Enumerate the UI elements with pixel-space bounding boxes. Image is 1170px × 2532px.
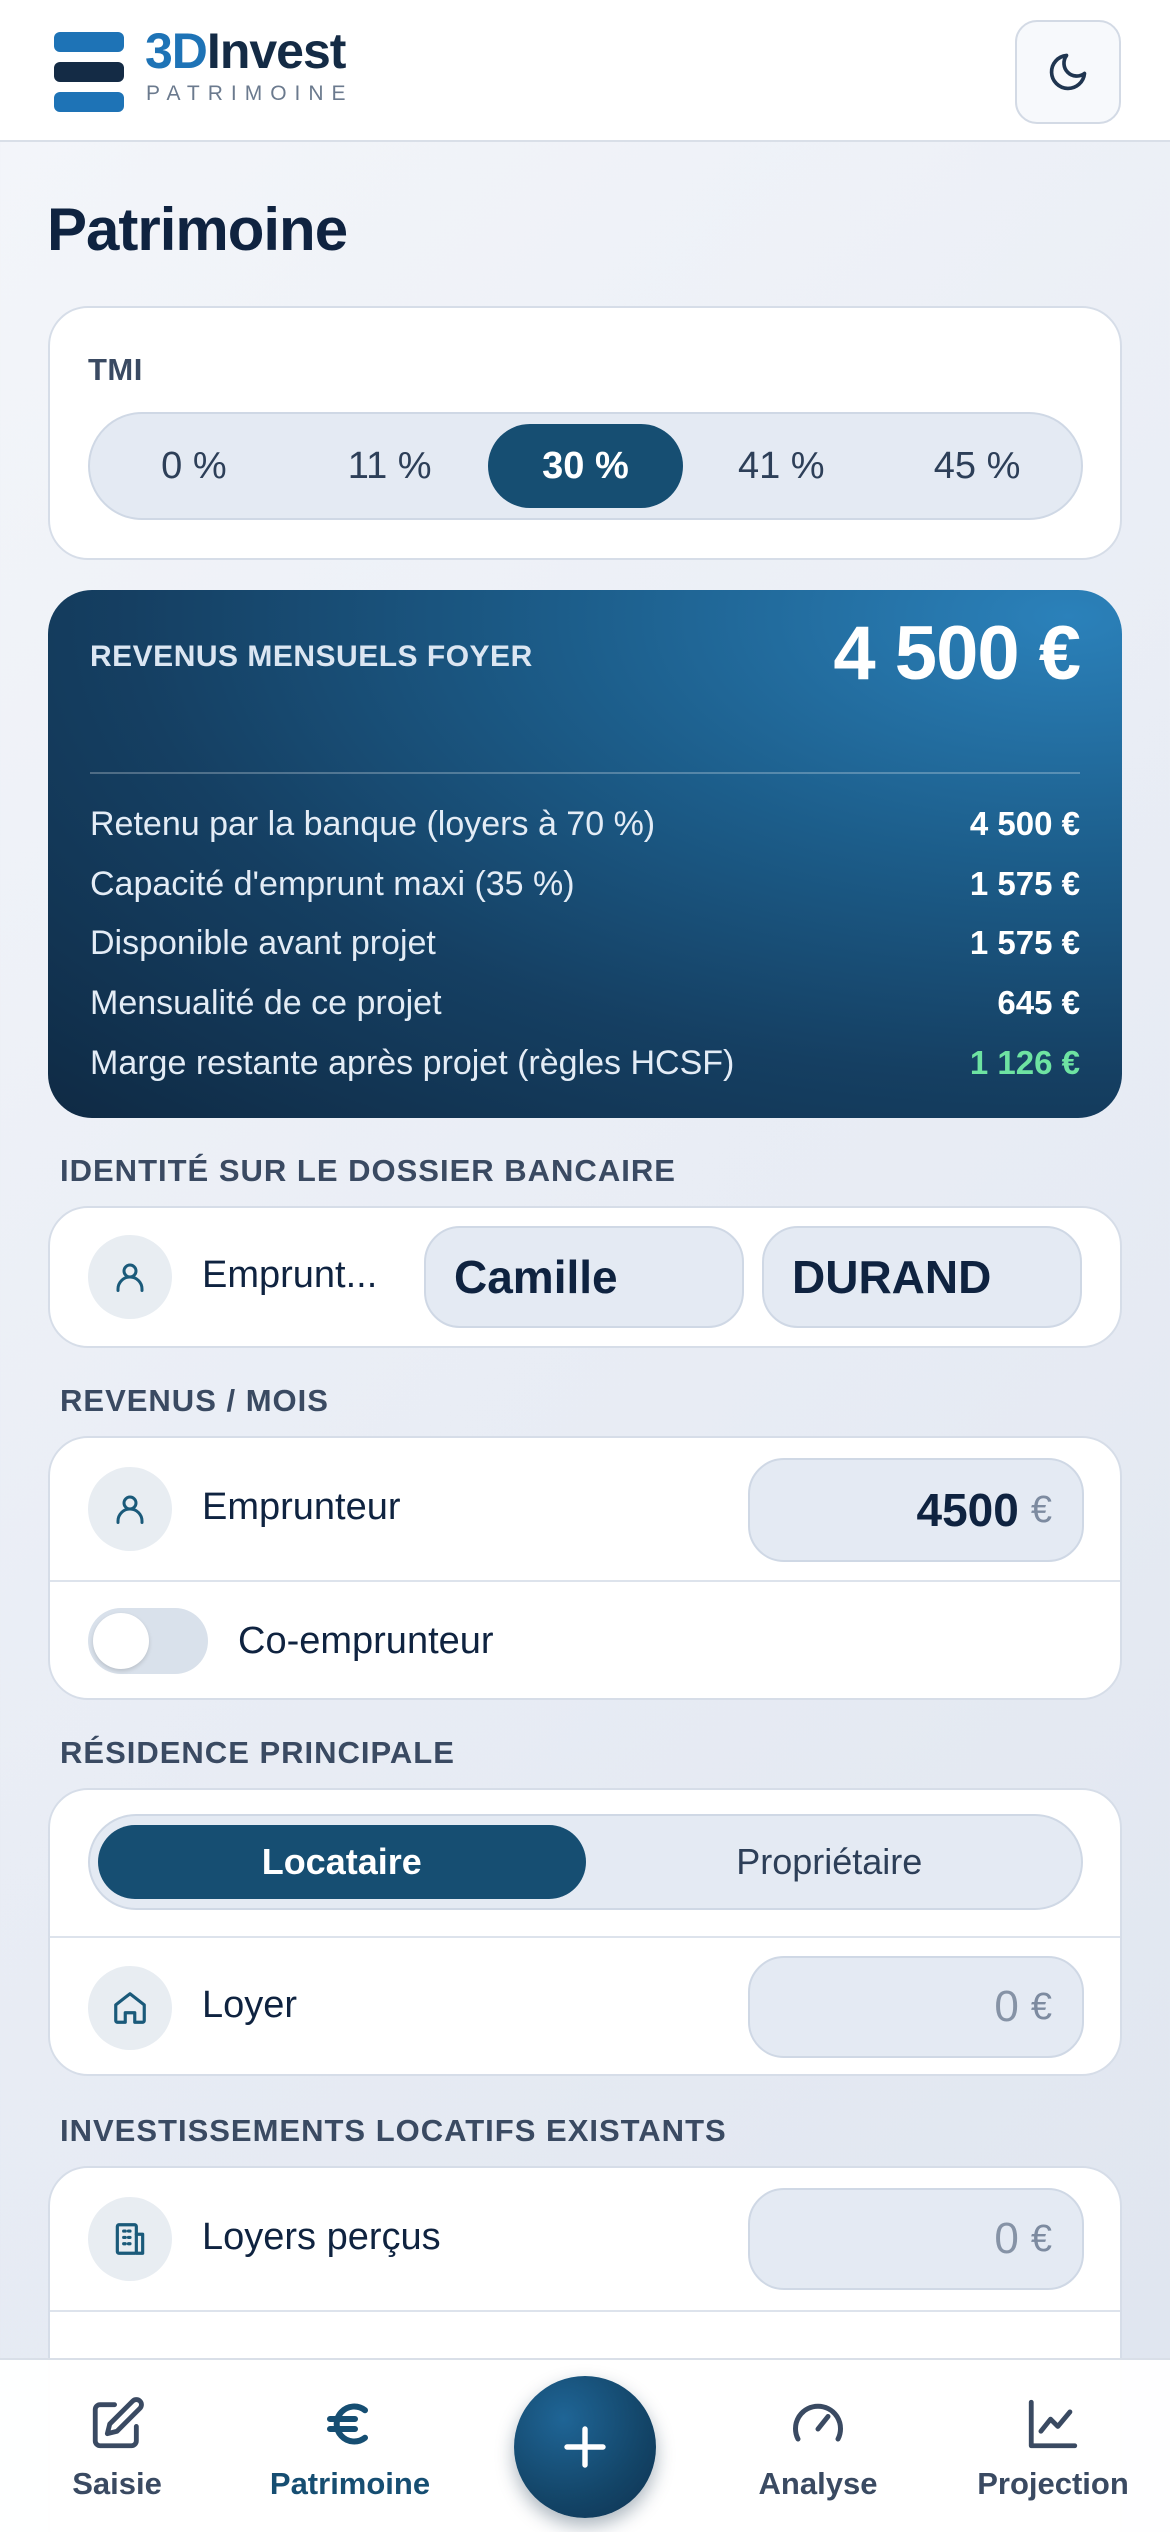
brand-title: 3DInvest xyxy=(145,22,347,80)
moon-icon xyxy=(1049,53,1087,91)
first-name-value: Camille xyxy=(454,1251,618,1303)
loyer-field[interactable]: 0 € xyxy=(748,1956,1084,2058)
last-name-value: DURAND xyxy=(792,1251,992,1303)
nav-patrimoine[interactable]: Patrimoine xyxy=(250,2360,450,2532)
residence-card: Locataire Propriétaire Loyer 0 € xyxy=(48,1788,1122,2076)
tmi-card: TMI 0 % 11 % 30 % 41 % 45 % xyxy=(48,306,1122,560)
first-name-field[interactable]: Camille xyxy=(424,1226,744,1328)
coemprunteur-label: Co-emprunteur xyxy=(238,1620,494,1662)
tmi-option-0[interactable]: 0 % xyxy=(96,424,292,508)
nav-label: Analyse xyxy=(758,2466,878,2501)
loyers-percus-value: 0 xyxy=(994,2214,1019,2263)
row-divider xyxy=(50,1580,1120,1582)
tmi-option-45[interactable]: 45 % xyxy=(879,424,1075,508)
tmi-option-41[interactable]: 41 % xyxy=(683,424,879,508)
revenus-divider xyxy=(90,772,1080,774)
nav-projection[interactable]: Projection xyxy=(953,2360,1153,2532)
loyer-label: Loyer xyxy=(202,1984,298,2026)
revenus-row: Mensualité de ce projet 645 € xyxy=(90,983,1080,1023)
home-icon-wrap xyxy=(88,1966,172,2050)
brand-subtitle: PATRIMOINE xyxy=(146,82,354,105)
tmi-option-30[interactable]: 30 % xyxy=(487,424,684,508)
user-icon xyxy=(116,1495,144,1524)
revenus-mois-card: Emprunteur 4500 € Co-emprunteur xyxy=(48,1436,1122,1700)
app-header: 3DInvest PATRIMOINE xyxy=(0,0,1170,142)
user-icon xyxy=(116,1263,144,1292)
coemprunteur-toggle[interactable] xyxy=(88,1608,208,1674)
revenus-row-label: Disponible avant projet xyxy=(90,923,436,962)
residence-heading: RÉSIDENCE PRINCIPALE xyxy=(60,1735,455,1770)
currency-unit: € xyxy=(1030,2217,1052,2260)
loyers-percus-label: Loyers perçus xyxy=(202,2216,441,2258)
building-icon xyxy=(115,2223,145,2255)
loyer-value: 0 xyxy=(994,1982,1019,2031)
currency-unit: € xyxy=(1030,1985,1052,2028)
revenus-row-value: 4 500 € xyxy=(969,805,1080,842)
nav-label: Projection xyxy=(977,2466,1129,2501)
building-icon-wrap xyxy=(88,2197,172,2281)
emprunteur-label: Emprunteur xyxy=(202,1486,401,1528)
currency-unit: € xyxy=(1030,1488,1052,1531)
page-title: Patrimoine xyxy=(47,196,348,263)
brand-part1: 3D xyxy=(145,23,208,79)
toggle-knob xyxy=(93,1613,149,1669)
revenus-row: Retenu par la banque (loyers à 70 %) 4 5… xyxy=(90,804,1080,844)
nav-label: Patrimoine xyxy=(269,2466,431,2501)
plus-icon xyxy=(564,2426,606,2468)
revenus-row-label: Marge restante après projet (règles HCSF… xyxy=(90,1043,735,1082)
brand-part2: Invest xyxy=(206,23,347,79)
residence-selector: Locataire Propriétaire xyxy=(88,1814,1083,1910)
user-icon-wrap xyxy=(88,1467,172,1551)
revenus-mois-heading: REVENUS / MOIS xyxy=(60,1383,329,1418)
nav-saisie[interactable]: Saisie xyxy=(17,2360,217,2532)
revenus-row: Disponible avant projet 1 575 € xyxy=(90,923,1080,963)
edit-icon xyxy=(92,2397,144,2449)
gauge-icon xyxy=(793,2403,843,2442)
logo-icon xyxy=(54,32,124,112)
row-divider xyxy=(50,2310,1120,2312)
theme-toggle-button[interactable] xyxy=(1015,20,1121,124)
revenus-row-value: 1 575 € xyxy=(969,865,1080,902)
marge-restante-value: 1 126 € xyxy=(969,1044,1080,1081)
locataire-option[interactable]: Locataire xyxy=(98,1825,586,1899)
revenus-row-label: Mensualité de ce projet xyxy=(90,983,442,1022)
nav-label: Saisie xyxy=(72,2466,162,2501)
last-name-field[interactable]: DURAND xyxy=(762,1226,1082,1328)
investissements-heading: INVESTISSEMENTS LOCATIFS EXISTANTS xyxy=(60,2113,727,2148)
identite-heading: IDENTITÉ SUR LE DOSSIER BANCAIRE xyxy=(60,1153,676,1188)
emprunteur-revenu-value: 4500 xyxy=(916,1484,1019,1536)
identite-card: Emprunt... Camille DURAND xyxy=(48,1206,1122,1348)
add-button[interactable] xyxy=(514,2376,656,2518)
revenus-row-value: 645 € xyxy=(997,984,1080,1021)
revenus-total: 4 500 € xyxy=(833,611,1081,696)
identite-label: Emprunt... xyxy=(202,1254,378,1296)
revenus-title: REVENUS MENSUELS FOYER xyxy=(90,640,533,673)
revenus-row-label: Capacité d'emprunt maxi (35 %) xyxy=(90,864,575,903)
tmi-label: TMI xyxy=(88,352,143,387)
nav-analyse[interactable]: Analyse xyxy=(718,2360,918,2532)
emprunteur-revenu-field[interactable]: 4500 € xyxy=(748,1458,1084,1562)
revenus-row: Capacité d'emprunt maxi (35 %) 1 575 € xyxy=(90,864,1080,904)
revenus-row-label: Retenu par la banque (loyers à 70 %) xyxy=(90,804,656,843)
revenus-summary-card: REVENUS MENSUELS FOYER 4 500 € Retenu pa… xyxy=(48,590,1122,1118)
row-divider xyxy=(50,1936,1120,1938)
tmi-option-11[interactable]: 11 % xyxy=(292,424,488,508)
loyers-percus-field[interactable]: 0 € xyxy=(748,2188,1084,2290)
chart-line-icon xyxy=(1028,2399,1078,2449)
user-icon-wrap xyxy=(88,1235,172,1319)
revenus-row: Marge restante après projet (règles HCSF… xyxy=(90,1043,1080,1083)
home-icon xyxy=(114,1992,146,2024)
tmi-selector: 0 % 11 % 30 % 41 % 45 % xyxy=(88,412,1083,520)
revenus-row-value: 1 575 € xyxy=(969,924,1080,961)
euro-icon xyxy=(327,2403,368,2445)
proprietaire-option[interactable]: Propriétaire xyxy=(586,1825,1074,1899)
